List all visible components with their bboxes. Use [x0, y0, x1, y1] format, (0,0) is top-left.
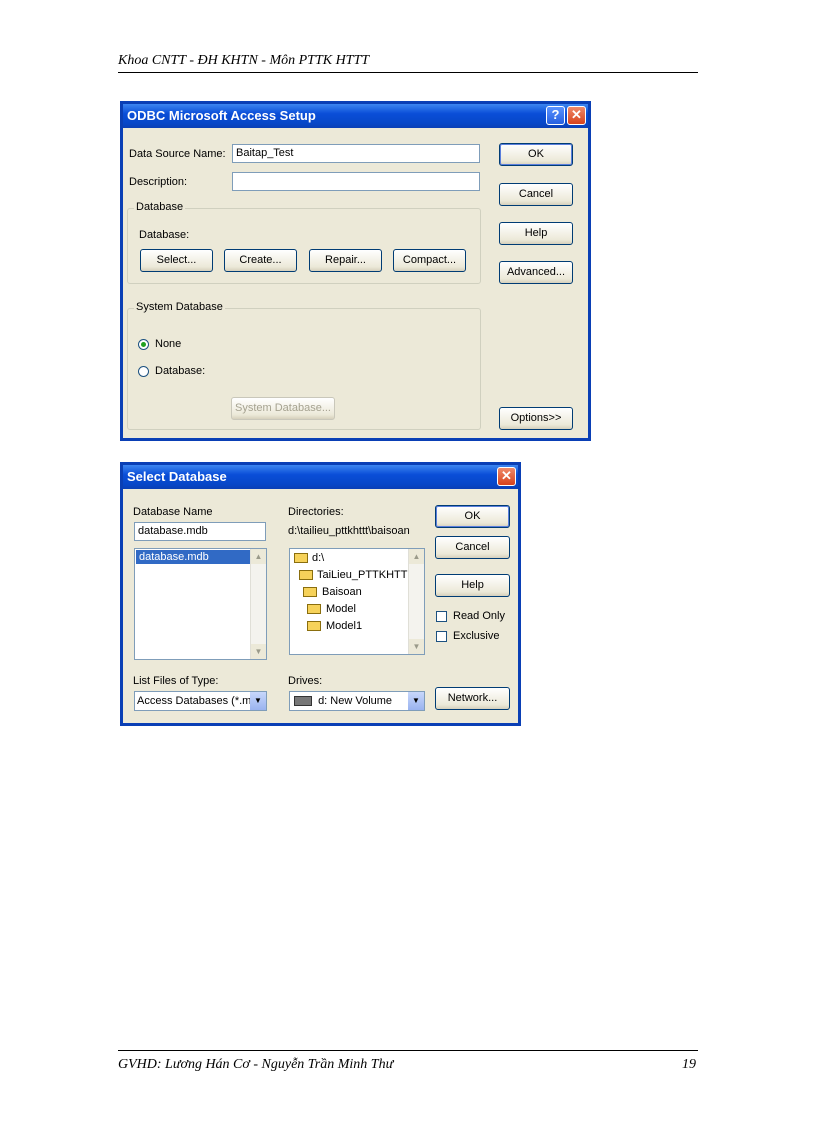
scroll-down-icon[interactable]: ▼: [409, 639, 424, 654]
page-number: 19: [682, 1057, 696, 1072]
help-icon[interactable]: ?: [546, 106, 565, 125]
close-icon[interactable]: ✕: [497, 467, 516, 486]
help-button[interactable]: Help: [435, 574, 510, 597]
description-input[interactable]: [232, 172, 480, 191]
system-database-group-title: System Database: [134, 301, 225, 313]
system-database-button[interactable]: System Database...: [231, 397, 335, 420]
dir-item[interactable]: Baisoan: [322, 586, 362, 598]
dir-item[interactable]: Model1: [326, 620, 362, 632]
chevron-down-icon[interactable]: ▼: [250, 692, 266, 710]
none-radio[interactable]: [138, 339, 149, 350]
cancel-button[interactable]: Cancel: [435, 536, 510, 559]
options-button[interactable]: Options>>: [499, 407, 573, 430]
folder-icon: [307, 621, 321, 631]
file-type-value: Access Databases (*.m: [137, 695, 252, 707]
dir-item[interactable]: d:\: [312, 552, 324, 564]
odbc-setup-dialog: ODBC Microsoft Access Setup ? ✕ Data Sou…: [120, 101, 591, 441]
page-footer: GVHD: Lương Hán Cơ - Nguyễn Trần Minh Th…: [118, 1050, 698, 1075]
database-group: Database Database: Select... Create... R…: [127, 201, 481, 284]
select-database-dialog: Select Database ✕ Database Name database…: [120, 462, 521, 726]
database-label: Database:: [139, 229, 190, 241]
database-radio[interactable]: [138, 366, 149, 377]
list-files-of-type-label: List Files of Type:: [133, 675, 219, 687]
open-folder-icon: [303, 587, 317, 597]
database-radio-label: Database:: [155, 365, 206, 377]
description-label: Description:: [129, 176, 188, 188]
data-source-name-label: Data Source Name:: [129, 148, 226, 160]
file-listbox[interactable]: database.mdb ▲ ▼: [134, 548, 267, 660]
read-only-label: Read Only: [453, 610, 505, 622]
exclusive-label: Exclusive: [453, 630, 500, 642]
footer-author: GVHD: Lương Hán Cơ - Nguyễn Trần Minh Th…: [118, 1057, 394, 1072]
scroll-up-icon[interactable]: ▲: [409, 549, 424, 564]
directory-tree[interactable]: d:\ TaiLieu_PTTKHTT Baisoan Model Model1…: [289, 548, 425, 655]
odbc-title: ODBC Microsoft Access Setup: [127, 108, 316, 123]
repair-button[interactable]: Repair...: [309, 249, 382, 272]
file-item[interactable]: database.mdb: [136, 550, 253, 564]
database-name-input[interactable]: database.mdb: [134, 522, 266, 541]
select-db-title: Select Database: [127, 469, 227, 484]
folder-icon: [307, 604, 321, 614]
cancel-button[interactable]: Cancel: [499, 183, 573, 206]
advanced-button[interactable]: Advanced...: [499, 261, 573, 284]
page-header: Khoa CNTT - ĐH KHTN - Môn PTTK HTTT: [118, 52, 698, 73]
open-folder-icon: [294, 553, 308, 563]
close-icon[interactable]: ✕: [567, 106, 586, 125]
select-button[interactable]: Select...: [140, 249, 213, 272]
current-directory: d:\tailieu_pttkhttt\baisoan: [288, 525, 410, 537]
ok-button[interactable]: OK: [435, 505, 510, 528]
drive-value: d: New Volume: [318, 695, 393, 707]
scroll-down-icon[interactable]: ▼: [251, 644, 266, 659]
odbc-titlebar[interactable]: ODBC Microsoft Access Setup ? ✕: [123, 104, 588, 128]
none-label: None: [155, 338, 182, 350]
ok-button[interactable]: OK: [499, 143, 573, 166]
dir-tree-scrollbar[interactable]: ▲ ▼: [408, 549, 424, 654]
database-group-title: Database: [134, 201, 186, 213]
header-text: Khoa CNTT - ĐH KHTN - Môn PTTK HTTT: [118, 53, 370, 68]
open-folder-icon: [299, 570, 313, 580]
compact-button[interactable]: Compact...: [393, 249, 466, 272]
data-source-name-input[interactable]: Baitap_Test: [232, 144, 480, 163]
help-button[interactable]: Help: [499, 222, 573, 245]
read-only-checkbox[interactable]: [436, 611, 447, 622]
dir-item[interactable]: Model: [326, 603, 356, 615]
dir-item[interactable]: TaiLieu_PTTKHTT: [317, 569, 407, 581]
drives-label: Drives:: [288, 675, 323, 687]
system-database-group: System Database None Database: System Da…: [127, 301, 481, 430]
create-button[interactable]: Create...: [224, 249, 297, 272]
scroll-up-icon[interactable]: ▲: [251, 549, 266, 564]
file-list-scrollbar[interactable]: ▲ ▼: [250, 549, 266, 659]
exclusive-checkbox[interactable]: [436, 631, 447, 642]
drive-icon: [294, 696, 312, 707]
database-name-label: Database Name: [133, 506, 213, 518]
select-db-titlebar[interactable]: Select Database ✕: [123, 465, 518, 489]
chevron-down-icon[interactable]: ▼: [408, 692, 424, 710]
network-button[interactable]: Network...: [435, 687, 510, 710]
drive-select[interactable]: d: New Volume ▼: [289, 691, 425, 711]
file-type-select[interactable]: Access Databases (*.m ▼: [134, 691, 267, 711]
directories-label: Directories:: [288, 506, 344, 518]
